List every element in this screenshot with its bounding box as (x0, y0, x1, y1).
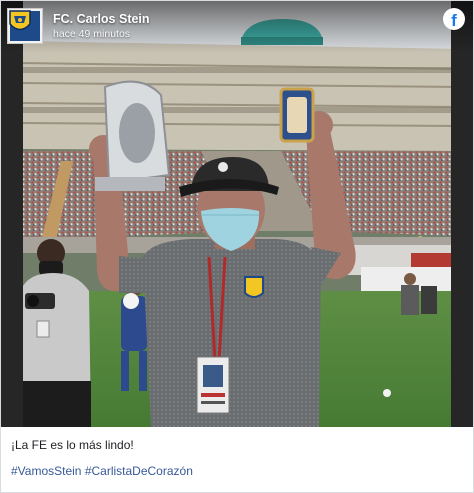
post-photo[interactable]: FC. Carlos Stein hace 49 minutos f (1, 1, 473, 427)
page-avatar[interactable] (7, 8, 43, 44)
hashtag-row: #VamosStein #CarlistaDeCorazón (11, 463, 193, 480)
header-shade (1, 1, 473, 53)
post-caption: ¡La FE es lo más lindo! (11, 437, 466, 454)
page-name[interactable]: FC. Carlos Stein (53, 12, 150, 26)
stadium-celebration-photo (1, 1, 473, 427)
facebook-post-card: FC. Carlos Stein hace 49 minutos f ¡La F… (0, 0, 474, 493)
post-timestamp[interactable]: hace 49 minutos (53, 28, 130, 40)
facebook-f-glyph: f (451, 10, 457, 30)
hashtag-link[interactable]: #VamosStein (11, 464, 81, 478)
caption-text: ¡La FE es lo más lindo! (11, 438, 134, 452)
club-crest-icon (9, 10, 40, 41)
facebook-icon[interactable]: f (443, 8, 465, 30)
hashtag-link[interactable]: #CarlistaDeCorazón (85, 464, 193, 478)
